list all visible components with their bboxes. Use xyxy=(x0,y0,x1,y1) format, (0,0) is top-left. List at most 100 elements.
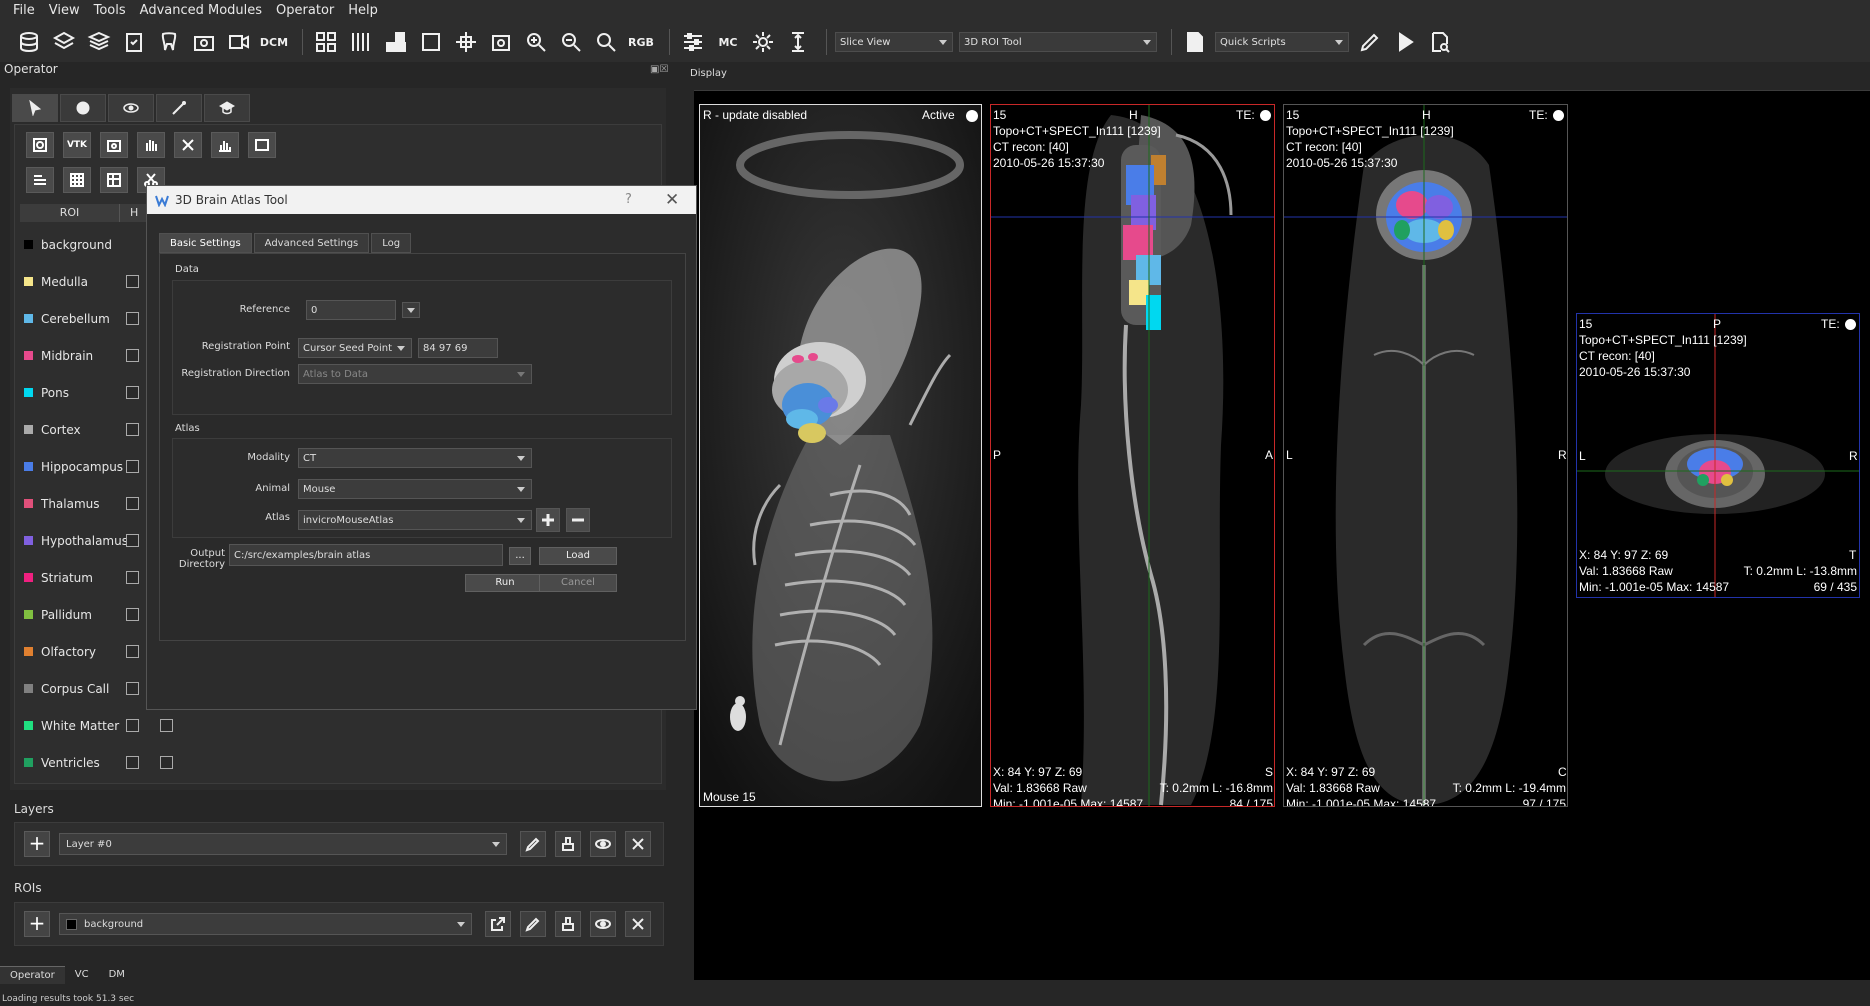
roi-visible-checkbox[interactable] xyxy=(126,682,139,695)
sliders-icon[interactable] xyxy=(678,27,708,57)
pointer-tab-icon[interactable] xyxy=(12,94,58,122)
script-document-icon[interactable] xyxy=(1180,27,1210,57)
menu-tools[interactable]: Tools xyxy=(87,0,133,22)
fit-height-icon[interactable] xyxy=(783,27,813,57)
viewport-sagittal[interactable]: 15 Topo+CT+SPECT_In111 [1239] CT recon: … xyxy=(990,104,1275,807)
add-roi-button[interactable]: + xyxy=(24,911,50,937)
coronal-te-indicator-icon[interactable] xyxy=(1553,110,1564,121)
modality-select[interactable]: CT xyxy=(298,448,532,468)
eye-tab-icon[interactable] xyxy=(108,94,154,122)
layers-icon[interactable] xyxy=(49,27,79,57)
layer-visibility-eye-icon[interactable] xyxy=(590,831,616,857)
mc-icon[interactable]: MC xyxy=(713,27,743,57)
rgb-icon[interactable]: RGB xyxy=(626,27,656,57)
viewport-axial[interactable]: 15 Topo+CT+SPECT_In111 [1239] CT recon: … xyxy=(1576,313,1860,598)
graduation-cap-tab-icon[interactable] xyxy=(204,94,250,122)
roi-visible-checkbox[interactable] xyxy=(126,312,139,325)
histogram-icon[interactable] xyxy=(211,132,239,158)
roi-column-header[interactable]: ROI xyxy=(20,204,120,222)
stack-icon[interactable] xyxy=(84,27,114,57)
video-icon[interactable] xyxy=(224,27,254,57)
menu-view[interactable]: View xyxy=(42,0,87,22)
viewport-3d[interactable]: R - update disabled Active Mouse 15 xyxy=(699,104,982,807)
output-directory-input[interactable]: C:/src/examples/brain atlas xyxy=(229,544,503,566)
viewport-coronal[interactable]: 15 Topo+CT+SPECT_In111 [1239] CT recon: … xyxy=(1283,104,1568,807)
atlas-select[interactable]: invicroMouseAtlas xyxy=(298,510,532,530)
edit-roi-pencil-icon[interactable] xyxy=(520,911,546,937)
roi-visible-checkbox[interactable] xyxy=(126,386,139,399)
dicom-icon[interactable]: DCM xyxy=(259,27,289,57)
snapshot-icon[interactable] xyxy=(100,132,128,158)
reset-view-icon[interactable] xyxy=(486,27,516,57)
tab-vc[interactable]: VC xyxy=(65,966,99,984)
tab-dm[interactable]: DM xyxy=(99,966,135,984)
quick-scripts-select[interactable]: Quick Scripts xyxy=(1215,32,1349,52)
menu-file[interactable]: File xyxy=(6,0,42,22)
checklist-icon[interactable] xyxy=(26,167,54,193)
tab-operator[interactable]: Operator xyxy=(0,966,65,984)
table-icon[interactable] xyxy=(63,167,91,193)
roi-popout-icon[interactable] xyxy=(485,911,511,937)
blocks-layout-icon[interactable] xyxy=(381,27,411,57)
active-indicator-icon[interactable] xyxy=(966,110,978,122)
remove-atlas-button[interactable] xyxy=(566,508,590,532)
reference-input[interactable]: 0 xyxy=(306,300,396,320)
roi-visible-checkbox[interactable] xyxy=(126,497,139,510)
roi-visible-checkbox[interactable] xyxy=(126,571,139,584)
edit-pencil-icon[interactable] xyxy=(1355,27,1385,57)
dialog-help-button[interactable]: ? xyxy=(625,192,632,207)
sagittal-te-indicator-icon[interactable] xyxy=(1260,110,1271,121)
cancel-button[interactable]: Cancel xyxy=(539,574,617,592)
roi-visible-checkbox[interactable] xyxy=(126,275,139,288)
roi-visible-checkbox[interactable] xyxy=(126,349,139,362)
roi-lock-checkbox[interactable] xyxy=(160,756,173,769)
run-play-icon[interactable] xyxy=(1390,27,1420,57)
animal-select[interactable]: Mouse xyxy=(298,479,532,499)
clear-roi-brush-icon[interactable] xyxy=(555,911,581,937)
panel-float-close-icon[interactable]: ▣☒ xyxy=(650,64,668,75)
search-icon[interactable] xyxy=(591,27,621,57)
roi-visible-checkbox[interactable] xyxy=(126,423,139,436)
roi-row[interactable]: Ventricles xyxy=(20,744,660,781)
run-button[interactable]: Run xyxy=(465,574,545,592)
database-icon[interactable] xyxy=(14,27,44,57)
rectangle-icon[interactable] xyxy=(248,132,276,158)
tab-basic-settings[interactable]: Basic Settings xyxy=(159,233,252,253)
tab-advanced-settings[interactable]: Advanced Settings xyxy=(253,233,370,253)
circle-tab-icon[interactable] xyxy=(60,94,106,122)
roi-visible-checkbox[interactable] xyxy=(126,534,139,547)
registration-point-select[interactable]: Cursor Seed Point xyxy=(298,338,412,358)
crosshair-icon[interactable] xyxy=(451,27,481,57)
zoom-in-icon[interactable] xyxy=(521,27,551,57)
grid-layout-icon[interactable] xyxy=(311,27,341,57)
dialog-title-bar[interactable]: 3D Brain Atlas Tool ? ✕ xyxy=(147,186,696,214)
remove-roi-close-icon[interactable] xyxy=(625,911,651,937)
menu-advanced-modules[interactable]: Advanced Modules xyxy=(133,0,269,22)
vtk-icon[interactable]: VTK xyxy=(63,132,91,158)
zoom-out-icon[interactable] xyxy=(556,27,586,57)
remove-layer-close-icon[interactable] xyxy=(625,831,651,857)
single-layout-icon[interactable] xyxy=(416,27,446,57)
tooth-icon[interactable] xyxy=(154,27,184,57)
axial-te-indicator-icon[interactable] xyxy=(1845,319,1856,330)
add-layer-button[interactable]: + xyxy=(24,831,50,857)
roi-lock-checkbox[interactable] xyxy=(160,719,173,732)
columns-layout-icon[interactable] xyxy=(346,27,376,57)
menu-operator[interactable]: Operator xyxy=(269,0,341,22)
roi-visible-checkbox[interactable] xyxy=(126,608,139,621)
slice-view-select[interactable]: Slice View xyxy=(835,32,953,52)
roi-capture-icon[interactable] xyxy=(26,132,54,158)
edit-layer-pencil-icon[interactable] xyxy=(520,831,546,857)
roi-visible-checkbox[interactable] xyxy=(126,645,139,658)
roi-visible-checkbox[interactable] xyxy=(126,460,139,473)
magic-wand-tab-icon[interactable] xyxy=(156,94,202,122)
inspect-document-icon[interactable] xyxy=(1425,27,1455,57)
delete-x-icon[interactable] xyxy=(174,132,202,158)
layer-select[interactable]: Layer #0 xyxy=(59,833,507,855)
add-atlas-button[interactable] xyxy=(536,508,560,532)
clear-layer-brush-icon[interactable] xyxy=(555,831,581,857)
roi-row[interactable]: White Matter xyxy=(20,707,660,744)
settings-gear-icon[interactable] xyxy=(748,27,778,57)
roi-tool-select[interactable]: 3D ROI Tool xyxy=(959,32,1157,52)
stats-table-icon[interactable] xyxy=(100,167,128,193)
